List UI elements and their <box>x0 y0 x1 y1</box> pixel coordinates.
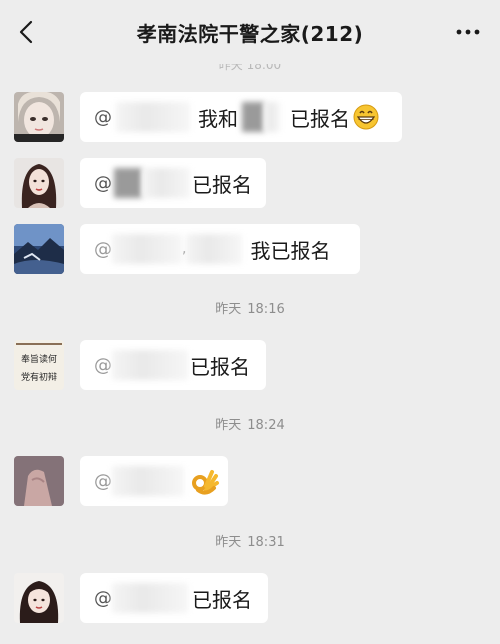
more-dots-icon <box>456 29 480 35</box>
redacted-name <box>116 102 190 132</box>
mention-symbol: @ <box>94 238 112 260</box>
message-bubble[interactable]: @ 我和 已报名 <box>80 92 402 142</box>
mention-symbol: @ <box>94 587 112 609</box>
redacted-name <box>186 234 243 264</box>
chat-title: 孝南法院干警之家(212) <box>136 21 364 46</box>
message-bubble[interactable]: @ 已报名 <box>80 340 266 390</box>
timestamp: 昨天 18:31 <box>0 531 500 550</box>
redacted-name <box>114 168 142 198</box>
redacted-name <box>112 350 188 380</box>
mention-symbol: @ <box>94 354 112 376</box>
avatar-hand-photo-icon <box>14 456 64 506</box>
timestamp-time: 18:31 <box>247 535 285 550</box>
avatar[interactable] <box>14 158 64 208</box>
avatar[interactable] <box>14 224 64 274</box>
message-bubble[interactable]: @ 已报名 <box>80 158 266 208</box>
avatar-text: 奉旨读何 <box>21 353 57 365</box>
avatar-girl-dark-hair-icon <box>14 158 64 208</box>
back-button[interactable] <box>12 18 40 46</box>
message-text: 已报名 <box>192 172 252 197</box>
avatar[interactable]: 奉旨读何 党有初辩 <box>14 340 64 390</box>
timestamp: 昨天 18:24 <box>0 414 500 433</box>
timestamp-day: 昨天 <box>215 302 242 317</box>
redacted-name <box>112 234 182 264</box>
message-bubble[interactable]: @ , 我已报名 <box>80 224 360 274</box>
avatar-girl-bangs-icon <box>14 573 64 623</box>
timestamp-day: 昨天 <box>215 535 242 550</box>
message-text: 已报名 <box>290 106 350 131</box>
redacted-name <box>264 102 280 132</box>
message-bubble[interactable]: @ <box>80 456 228 506</box>
timestamp-time: 18:16 <box>247 302 285 317</box>
redacted-name <box>112 466 184 496</box>
ok-hand-emoji-icon <box>192 470 219 495</box>
avatar[interactable] <box>14 92 64 142</box>
timestamp-time: 18:24 <box>247 418 285 433</box>
timestamp-day: 昨天 <box>215 418 242 433</box>
avatar[interactable] <box>14 456 64 506</box>
redacted-name <box>112 583 188 613</box>
mention-symbol: @ <box>94 470 112 492</box>
more-options-button[interactable] <box>452 18 484 46</box>
avatar-text: 党有初辩 <box>21 371 57 383</box>
mention-symbol: @ <box>94 106 112 128</box>
avatar-calligraphy-icon: 奉旨读何 党有初辩 <box>14 340 64 390</box>
redacted-name <box>142 168 190 198</box>
timestamp: 昨天 18:16 <box>0 298 500 317</box>
mention-symbol: @ <box>94 172 112 194</box>
avatar-girl-light-hair-icon <box>14 92 64 142</box>
message-text: 我已报名 <box>250 238 331 263</box>
chat-header: 孝南法院干警之家(212) <box>0 0 500 64</box>
message-bubble[interactable]: @ 已报名 <box>80 573 268 623</box>
message-text: 已报名 <box>192 587 252 612</box>
message-text: 我和 <box>198 106 238 131</box>
avatar[interactable] <box>14 573 64 623</box>
back-arrow-icon <box>19 20 33 44</box>
avatar-landscape-icon <box>14 224 64 274</box>
grinning-face-emoji-icon <box>353 104 379 130</box>
message-text: 已报名 <box>190 354 250 379</box>
redacted-name <box>242 102 264 132</box>
